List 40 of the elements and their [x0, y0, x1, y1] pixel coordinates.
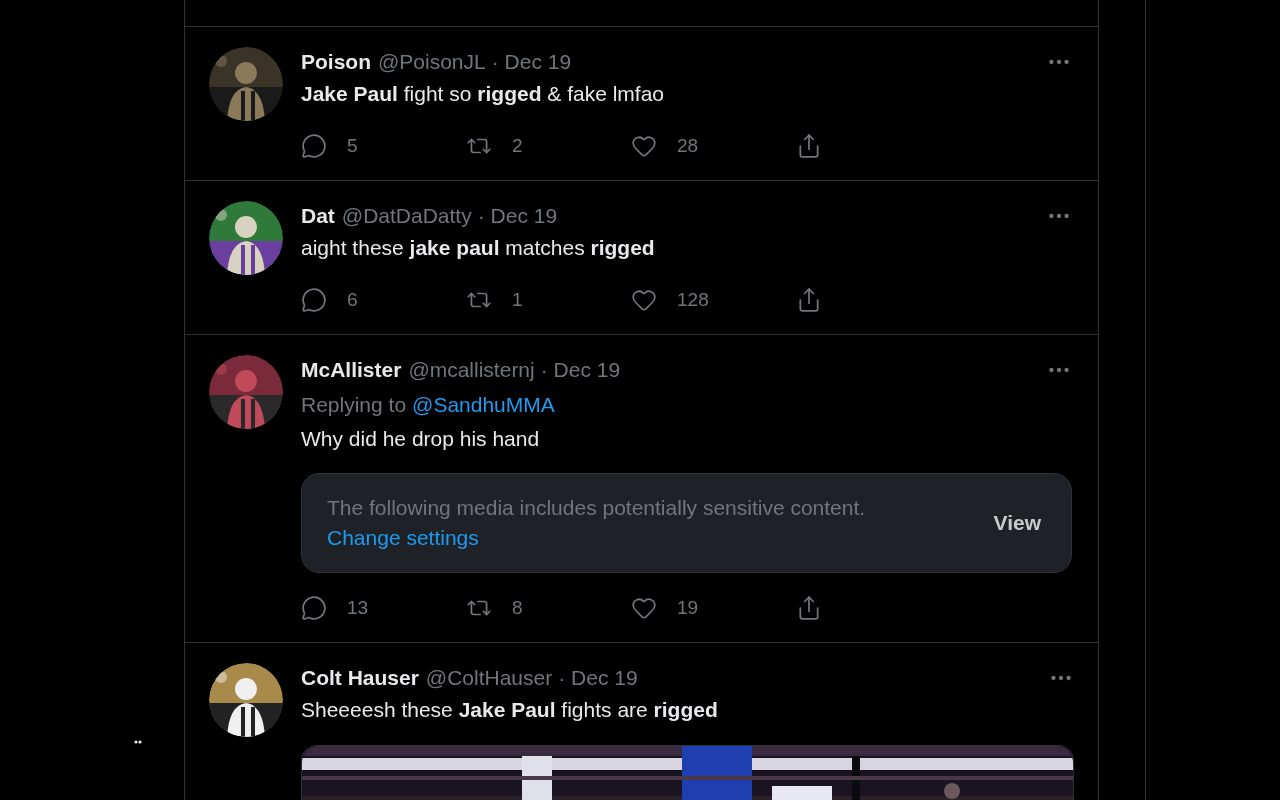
dots-icon	[134, 740, 142, 744]
tweet-date[interactable]: · Dec 19	[540, 354, 621, 386]
action-count: 5	[347, 133, 358, 158]
tweet-text: Jake Paul fight so rigged & fake lmfao	[301, 81, 665, 108]
view-button[interactable]: View	[993, 507, 1041, 539]
replying-label: Replying to	[301, 392, 407, 419]
author-name[interactable]: Dat	[301, 200, 335, 232]
reply-icon[interactable]	[301, 595, 327, 621]
tweet-text: Why did he drop his hand	[301, 426, 540, 453]
share-icon[interactable]	[796, 133, 822, 159]
reply-icon[interactable]	[301, 133, 327, 159]
action-count: 28	[677, 133, 699, 158]
change-settings-link[interactable]: Change settings	[327, 523, 479, 553]
action-count: 2	[512, 133, 523, 158]
like-icon[interactable]	[631, 595, 657, 621]
action-count: 6	[347, 287, 358, 312]
action-count: 128	[677, 287, 709, 312]
author-name[interactable]: McAllister	[301, 354, 402, 386]
tweet-date[interactable]: · Dec 19	[477, 200, 558, 232]
action-count: 13	[347, 595, 369, 620]
like-icon[interactable]	[631, 133, 657, 159]
share-icon[interactable]	[796, 287, 822, 313]
like-icon[interactable]	[631, 287, 657, 313]
tweet-text: Sheeeesh these Jake Paul fights are rigged	[301, 697, 718, 724]
author-name[interactable]: Colt Hauser	[301, 662, 419, 694]
tweet-date[interactable]: · Dec 19	[558, 662, 638, 694]
author-handle[interactable]: @mcallisternj	[408, 354, 535, 386]
mention-link[interactable]: @SandhuMMA	[412, 389, 555, 421]
action-count: 8	[512, 595, 523, 620]
share-icon[interactable]	[796, 595, 822, 621]
author-handle[interactable]: @ColtHauser	[425, 662, 553, 694]
notice-text: The following media includes potentially sensitive content.	[327, 495, 867, 521]
tweet-date[interactable]: · Dec 19	[491, 46, 572, 78]
author-name[interactable]: Poison	[301, 46, 371, 78]
author-handle[interactable]: @DatDaDatty	[341, 200, 472, 232]
action-count: 19	[677, 595, 699, 620]
reply-icon[interactable]	[301, 287, 327, 313]
author-handle[interactable]: @PoisonJL	[378, 46, 486, 78]
tweet-text: aight these jake paul matches rigged	[301, 235, 655, 262]
action-count: 1	[512, 287, 523, 312]
